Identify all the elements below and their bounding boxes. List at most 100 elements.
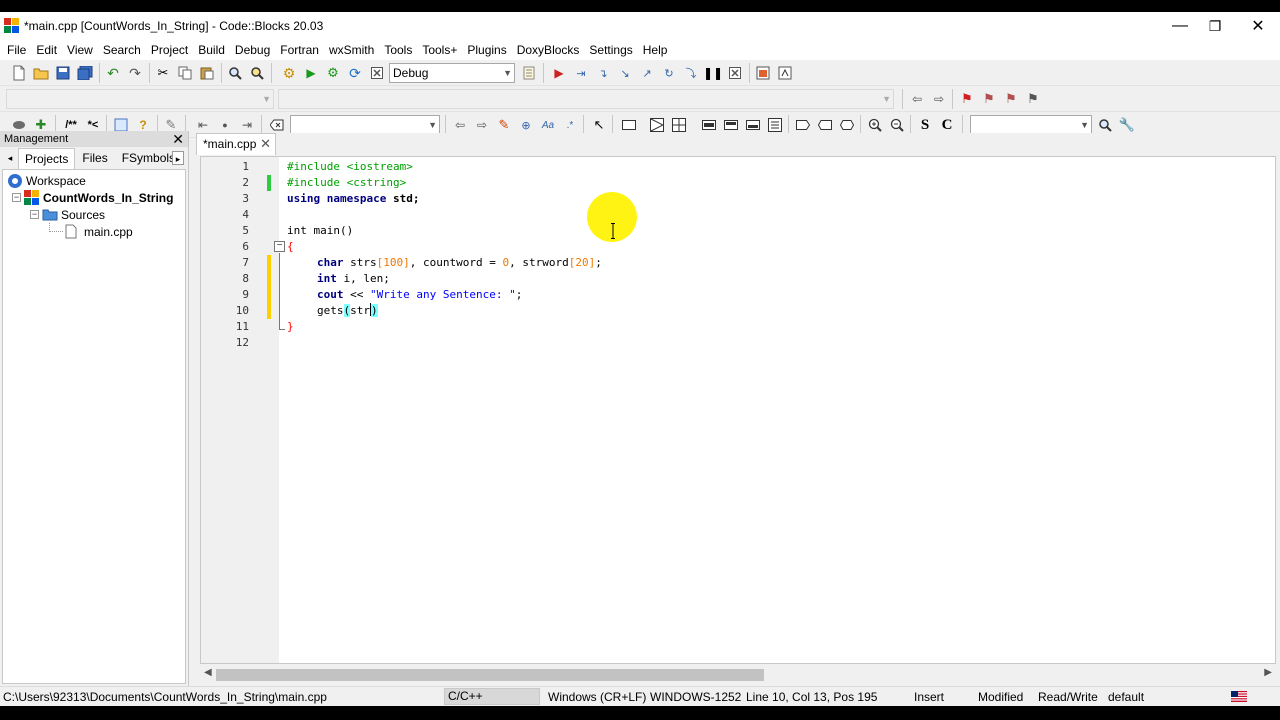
do-while-shape-icon[interactable]: [744, 116, 762, 134]
break-shape-icon[interactable]: [794, 116, 812, 134]
c-export-button[interactable]: C: [938, 116, 956, 134]
show-build-log-icon[interactable]: [520, 64, 538, 82]
symbol-settings-icon[interactable]: 🔧: [1118, 116, 1136, 134]
tab-files[interactable]: Files: [75, 147, 114, 169]
collapse-icon[interactable]: −: [30, 210, 39, 219]
scroll-left-icon[interactable]: ◀: [204, 667, 212, 678]
menu-doxyblocks[interactable]: DoxyBlocks: [512, 40, 585, 60]
copy-icon[interactable]: [176, 64, 194, 82]
match-case-icon[interactable]: Aa: [539, 116, 557, 134]
tree-folder-sources[interactable]: − Sources: [30, 206, 105, 223]
debug-start-icon[interactable]: ▶: [550, 64, 568, 82]
tab-scroll-right-icon[interactable]: ▸: [172, 151, 184, 165]
code-editor[interactable]: 1 2 3 4 5 6 7 8 9 10 11 12 − #include <i…: [200, 156, 1276, 664]
close-button[interactable]: ✕: [1235, 12, 1280, 40]
if-shape-icon[interactable]: [648, 116, 666, 134]
pointer-tool-icon[interactable]: ↖: [590, 116, 608, 134]
cut-icon[interactable]: ✂: [154, 64, 172, 82]
build-and-run-icon[interactable]: ⚙: [324, 64, 342, 82]
debugging-windows-icon[interactable]: [754, 64, 772, 82]
highlight-icon[interactable]: ✎: [495, 116, 513, 134]
tab-scroll-left-icon[interactable]: ◂: [4, 151, 16, 165]
while-shape-icon[interactable]: [722, 116, 740, 134]
clear-search-icon[interactable]: [268, 116, 286, 134]
switch-shape-icon[interactable]: [670, 116, 688, 134]
menu-project[interactable]: Project: [146, 40, 193, 60]
scope-select[interactable]: ▼: [6, 89, 274, 109]
sequence-shape-icon[interactable]: [766, 116, 784, 134]
run-icon[interactable]: ▶: [302, 64, 320, 82]
zoom-out-icon[interactable]: [888, 116, 906, 134]
rebuild-icon[interactable]: ⟳: [346, 64, 364, 82]
symbol-search-input[interactable]: ▼: [970, 115, 1092, 135]
tab-projects[interactable]: Projects: [18, 148, 76, 169]
new-file-icon[interactable]: [10, 64, 28, 82]
menu-search[interactable]: Search: [98, 40, 146, 60]
open-folder-icon[interactable]: [32, 64, 50, 82]
save-all-icon[interactable]: [76, 64, 94, 82]
search-next-icon[interactable]: ⇨: [473, 116, 491, 134]
tree-workspace[interactable]: Workspace: [7, 172, 86, 189]
menu-help[interactable]: Help: [638, 40, 673, 60]
build-target-select[interactable]: Debug ▼: [389, 63, 515, 83]
source-export-button[interactable]: S: [916, 116, 934, 134]
step-into-icon[interactable]: ↘: [616, 64, 634, 82]
menu-view[interactable]: View: [62, 40, 98, 60]
scroll-right-icon[interactable]: ▶: [1264, 667, 1272, 678]
previous-bookmark-icon[interactable]: ⚑: [980, 90, 998, 108]
incremental-search-input[interactable]: ▼: [290, 115, 440, 135]
build-gear-icon[interactable]: ⚙: [280, 64, 298, 82]
continue-shape-icon[interactable]: [816, 116, 834, 134]
run-to-cursor-icon[interactable]: ⇥: [572, 64, 590, 82]
menu-plugins[interactable]: Plugins: [462, 40, 511, 60]
regex-icon[interactable]: .*: [561, 116, 579, 134]
find-icon[interactable]: [226, 64, 244, 82]
fold-collapse-icon[interactable]: −: [274, 241, 285, 252]
block-shape-icon[interactable]: [620, 116, 638, 134]
scrollbar-thumb[interactable]: [216, 669, 764, 681]
close-panel-icon[interactable]: ✕: [172, 131, 184, 147]
search-previous-icon[interactable]: ⇦: [451, 116, 469, 134]
next-line-icon[interactable]: ↴: [594, 64, 612, 82]
step-out-icon[interactable]: ↗: [638, 64, 656, 82]
pause-icon[interactable]: ❚❚: [703, 64, 723, 82]
paste-icon[interactable]: [198, 64, 216, 82]
tree-file-main[interactable]: main.cpp: [49, 223, 133, 240]
abort-build-icon[interactable]: [368, 64, 386, 82]
jump-back-icon[interactable]: ⇦: [908, 90, 926, 108]
next-instruction-icon[interactable]: ↻: [660, 64, 678, 82]
undo-icon[interactable]: ↶: [104, 64, 122, 82]
menu-tools[interactable]: Tools: [379, 40, 417, 60]
horizontal-scrollbar[interactable]: ◀ ▶: [200, 666, 1276, 683]
clear-bookmarks-icon[interactable]: ⚑: [1024, 90, 1042, 108]
menu-settings[interactable]: Settings: [584, 40, 637, 60]
save-icon[interactable]: [54, 64, 72, 82]
menu-tools-plus[interactable]: Tools+: [417, 40, 462, 60]
loop-shape-icon[interactable]: [700, 116, 718, 134]
selected-text-only-icon[interactable]: ⊕: [517, 116, 535, 134]
search-symbol-icon[interactable]: [1096, 116, 1114, 134]
tree-project[interactable]: − CountWords_In_String: [12, 189, 173, 206]
function-select[interactable]: ▼: [278, 89, 894, 109]
jump-forward-icon[interactable]: ⇨: [930, 90, 948, 108]
menu-build[interactable]: Build: [193, 40, 230, 60]
menu-fortran[interactable]: Fortran: [275, 40, 324, 60]
step-into-instruction-icon[interactable]: ⤵: [682, 64, 700, 82]
close-tab-icon[interactable]: ✕: [260, 134, 271, 154]
menu-file[interactable]: File: [2, 40, 31, 60]
return-shape-icon[interactable]: [838, 116, 856, 134]
toggle-bookmark-icon[interactable]: ⚑: [958, 90, 976, 108]
menu-edit[interactable]: Edit: [31, 40, 62, 60]
replace-icon[interactable]: [248, 64, 266, 82]
menu-debug[interactable]: Debug: [230, 40, 275, 60]
collapse-icon[interactable]: −: [12, 193, 21, 202]
maximize-button[interactable]: ❐: [1192, 12, 1238, 40]
editor-tab-main-cpp[interactable]: *main.cpp ✕: [196, 133, 276, 155]
jump-prev-icon[interactable]: ⇤: [194, 116, 212, 134]
jump-next-icon[interactable]: ⇥: [238, 116, 256, 134]
stop-debugger-icon[interactable]: [726, 64, 744, 82]
menu-wxsmith[interactable]: wxSmith: [324, 40, 379, 60]
debug-info-icon[interactable]: [776, 64, 794, 82]
redo-icon[interactable]: ↷: [126, 64, 144, 82]
next-bookmark-icon[interactable]: ⚑: [1002, 90, 1020, 108]
